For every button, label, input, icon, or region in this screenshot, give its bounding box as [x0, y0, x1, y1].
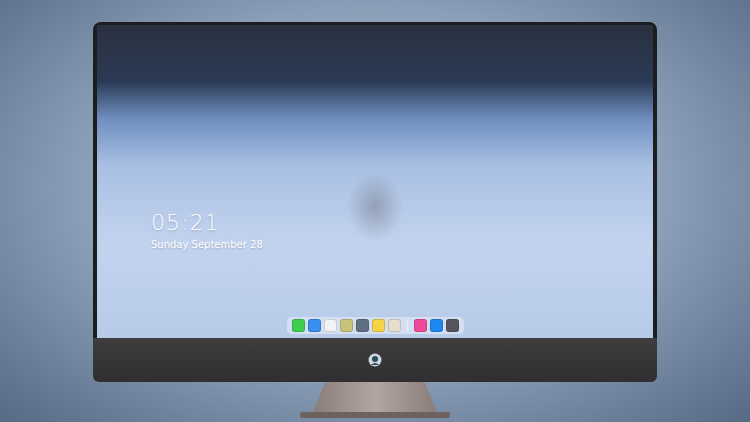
clock-date: Sunday September 28 [151, 239, 653, 251]
monitor: 05:21 Sunday September 28 [93, 22, 657, 418]
dock-app-icon[interactable] [388, 319, 401, 332]
monitor-base [300, 412, 450, 418]
monitor-bezel: 05:21 Sunday September 28 [93, 22, 657, 338]
dock-app-icon[interactable] [356, 319, 369, 332]
clock: 05:21 Sunday September 28 [97, 211, 653, 251]
dock-app-icon[interactable] [430, 319, 443, 332]
monitor-chin [93, 338, 657, 382]
lock-screen: 05:21 Sunday September 28 [97, 25, 653, 338]
dock-app-icon[interactable] [324, 319, 337, 332]
dock-separator [407, 320, 408, 332]
dock-app-icon[interactable] [372, 319, 385, 332]
dock-app-icon[interactable] [446, 319, 459, 332]
dock-app-icon[interactable] [308, 319, 321, 332]
monitor-stand [313, 382, 437, 412]
dock-app-icon[interactable] [292, 319, 305, 332]
dock-app-icon[interactable] [340, 319, 353, 332]
clock-time: 05:21 [151, 211, 653, 235]
dock-app-icon[interactable] [414, 319, 427, 332]
logo-icon [368, 353, 382, 367]
dock [287, 317, 464, 334]
page: 05:21 Sunday September 28 [0, 0, 750, 422]
